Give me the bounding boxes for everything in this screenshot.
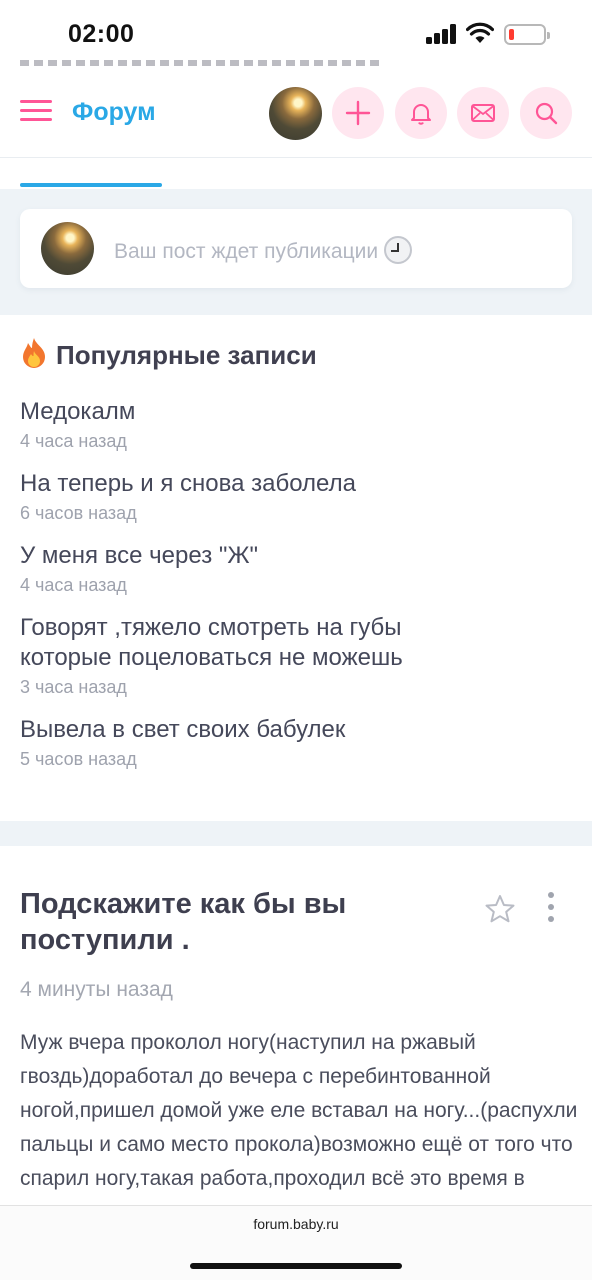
more-options-icon[interactable]: [546, 892, 556, 924]
author-avatar: [41, 222, 94, 275]
favorite-star-icon[interactable]: [484, 894, 516, 924]
popular-item-time: 4 часа назад: [20, 431, 127, 451]
pending-post-section: Ваш пост ждет публикации: [0, 189, 592, 315]
notifications-button[interactable]: [395, 87, 447, 139]
add-post-button[interactable]: [332, 87, 384, 139]
popular-item-time: 5 часов назад: [20, 749, 137, 769]
menu-icon[interactable]: [20, 100, 52, 124]
popular-item[interactable]: У меня все через "Ж" 4 часа назад: [20, 541, 572, 597]
popular-title-text: Популярные записи: [56, 340, 317, 370]
popular-item[interactable]: Говорят ,тяжело смотреть на губы которые…: [20, 613, 572, 699]
status-time: 02:00: [68, 20, 135, 48]
search-icon: [535, 102, 558, 125]
section-divider: [0, 821, 592, 846]
cellular-signal-icon: [426, 24, 458, 44]
clock-icon: [384, 236, 413, 264]
bell-icon: [411, 104, 431, 125]
popular-item-time: 6 часов назад: [20, 503, 137, 523]
url-text[interactable]: forum.baby.ru: [0, 1216, 592, 1232]
popular-list: Медокалм 4 часа назад На теперь и я снов…: [20, 397, 572, 787]
home-indicator[interactable]: [190, 1263, 402, 1269]
popular-item-title[interactable]: На теперь и я снова заболела: [20, 469, 572, 499]
messages-button[interactable]: [457, 87, 509, 139]
fire-icon: [23, 338, 45, 368]
popular-item-title[interactable]: Вывела в свет своих бабулек: [20, 715, 572, 745]
popular-item-title[interactable]: У меня все через "Ж": [20, 541, 572, 571]
wifi-icon: [466, 22, 494, 43]
active-tab-indicator: [20, 183, 162, 187]
user-avatar[interactable]: [269, 87, 322, 140]
pending-post-status: Ваш пост ждет публикации: [114, 236, 413, 264]
popular-item[interactable]: На теперь и я снова заболела 6 часов наз…: [20, 469, 572, 525]
plus-icon: [345, 100, 371, 126]
popular-item-time: 4 часа назад: [20, 575, 127, 595]
popular-item-time: 3 часа назад: [20, 677, 127, 697]
battery-icon: [504, 24, 550, 45]
battery-level: [509, 29, 514, 40]
popular-item-title[interactable]: Говорят ,тяжело смотреть на губы которые…: [20, 613, 480, 673]
search-button[interactable]: [520, 87, 572, 139]
post-title[interactable]: Подскажите как бы вы поступили .: [20, 886, 460, 958]
popular-item[interactable]: Вывела в свет своих бабулек 5 часов наза…: [20, 715, 572, 771]
browser-address-bar[interactable]: forum.baby.ru: [0, 1205, 592, 1280]
popular-section-heading: Популярные записи: [20, 337, 317, 371]
popular-item[interactable]: Медокалм 4 часа назад: [20, 397, 572, 453]
post-body[interactable]: Муж вчера проколол ногу(наступил на ржав…: [20, 1026, 580, 1202]
popular-item-title[interactable]: Медокалм: [20, 397, 572, 427]
brand-title[interactable]: Форум: [72, 98, 156, 127]
scrolled-text-fragment: [20, 56, 380, 66]
pending-post-card[interactable]: Ваш пост ждет публикации: [20, 209, 572, 288]
app-header: Форум: [0, 70, 592, 158]
mail-icon: [471, 104, 495, 122]
post-time: 4 минуты назад: [20, 978, 173, 1001]
pending-post-text: Ваш пост ждет публикации: [114, 240, 379, 263]
